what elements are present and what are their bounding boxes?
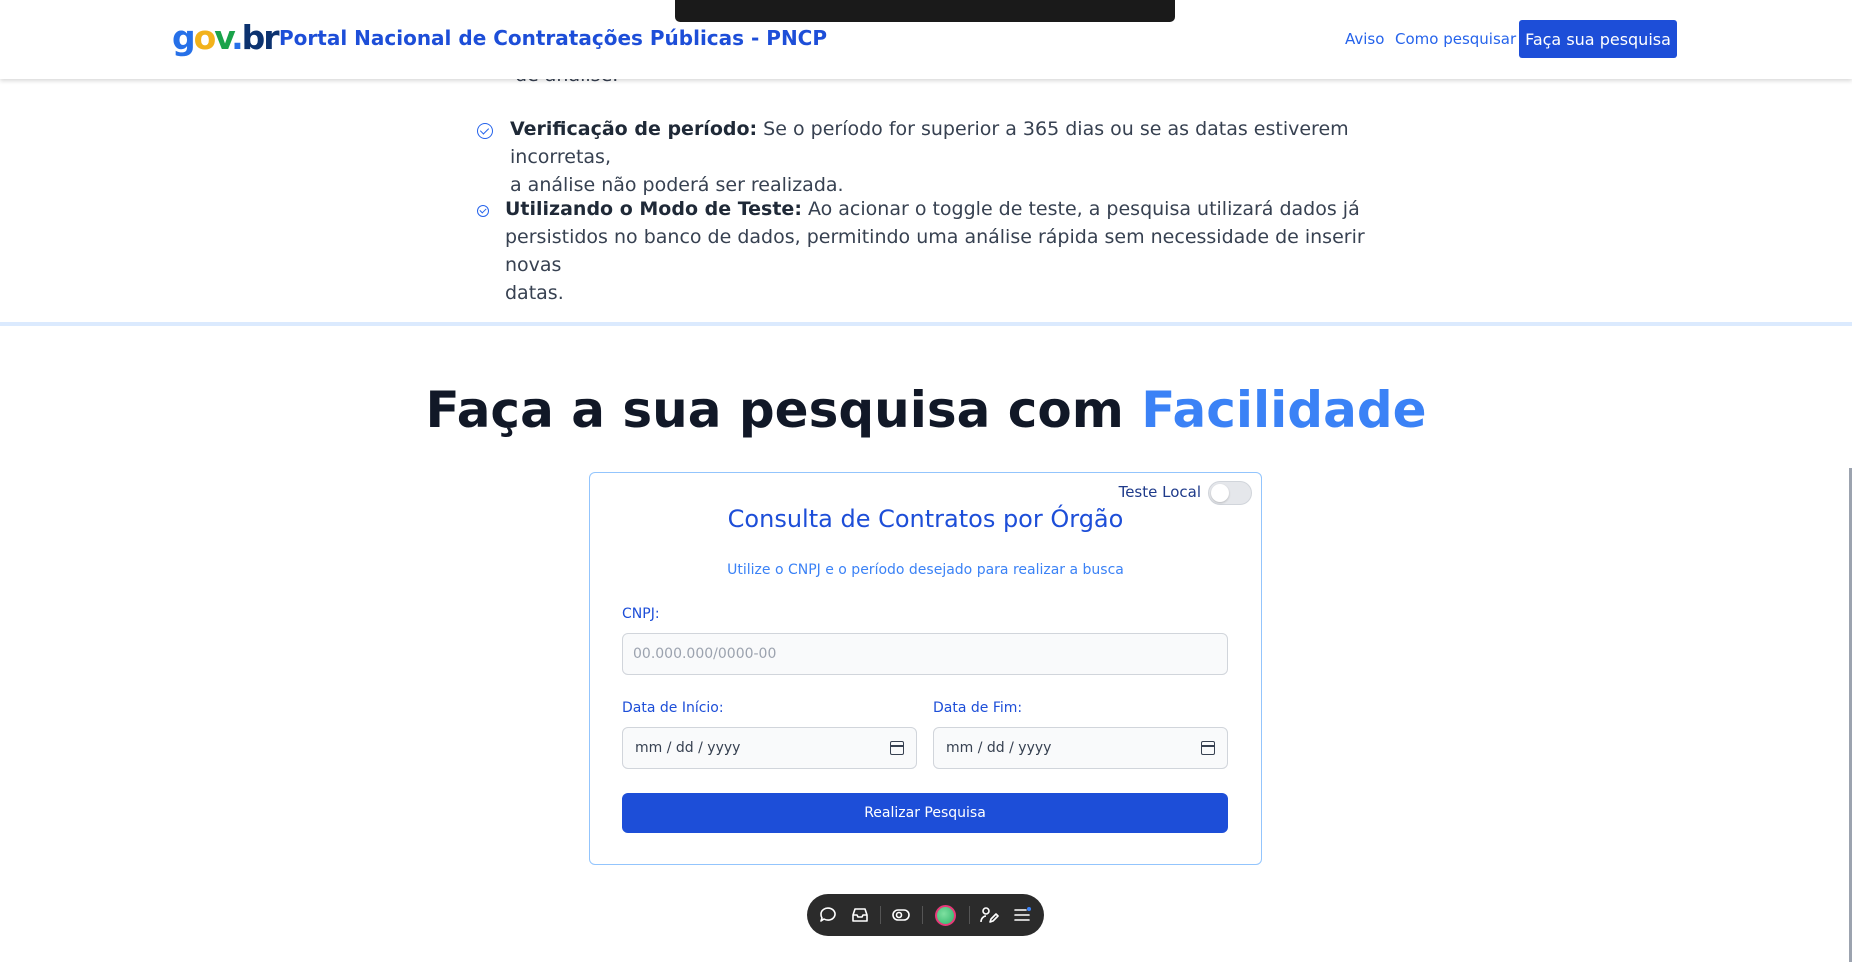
end-date-value: mm / dd / yyyy: [946, 740, 1052, 756]
toolbar-separator: [922, 906, 923, 924]
toolbar-separator: [880, 906, 881, 924]
bullet-test-mode: Utilizando o Modo de Teste: Ao acionar o…: [505, 195, 1405, 307]
pen-user-icon[interactable]: [979, 905, 999, 925]
teste-local-label: Teste Local: [1118, 483, 1201, 501]
site-title[interactable]: Portal Nacional de Contratações Públicas…: [279, 26, 827, 50]
bullet-period-check: Verificação de período: Se o período for…: [510, 115, 1390, 199]
end-date-input[interactable]: mm / dd / yyyy: [933, 727, 1228, 769]
menu-icon[interactable]: [1012, 905, 1032, 925]
calendar-icon[interactable]: [890, 741, 904, 755]
bullet-text: Ao acionar o toggle de teste, a pesquisa…: [801, 198, 1360, 220]
check-circle-icon: [477, 123, 493, 139]
faca-sua-pesquisa-button[interactable]: Faça sua pesquisa: [1519, 20, 1677, 58]
toggle-knob: [1211, 484, 1229, 502]
nav-link-aviso[interactable]: Aviso: [1345, 30, 1384, 48]
start-date-value: mm / dd / yyyy: [635, 740, 741, 756]
top-overlay-bar: [675, 0, 1175, 22]
cnpj-label: CNPJ:: [622, 606, 660, 622]
section-title-accent: Facilidade: [1141, 381, 1427, 439]
form-title: Consulta de Contratos por Órgão: [727, 505, 1124, 533]
end-date-label: Data de Fim:: [933, 700, 1023, 716]
check-circle-icon: [477, 205, 489, 217]
eye-toggle-icon[interactable]: [891, 905, 911, 925]
cnpj-input[interactable]: [622, 633, 1228, 675]
floating-toolbar: [807, 894, 1044, 936]
bullet-title: Verificação de período:: [510, 118, 758, 140]
start-date-input[interactable]: mm / dd / yyyy: [622, 727, 917, 769]
bullet-text: a análise não poderá ser realizada.: [510, 174, 844, 196]
nav-link-como-pesquisar[interactable]: Como pesquisar: [1395, 30, 1516, 48]
search-form-card: Teste Local Consulta de Contratos por Ór…: [589, 472, 1262, 865]
page: gov.br Portal Nacional de Contratações P…: [0, 0, 1852, 962]
bullet-text: datas.: [505, 282, 564, 304]
bullet-title: Utilizando o Modo de Teste:: [505, 198, 802, 220]
section-title: Faça a sua pesquisa com Facilidade: [425, 381, 1427, 439]
govbr-logo[interactable]: gov.br: [172, 18, 280, 58]
teste-local-toggle[interactable]: [1208, 481, 1252, 505]
toolbar-separator: [969, 906, 970, 924]
calendar-icon[interactable]: [1201, 741, 1215, 755]
section-divider: [0, 322, 1852, 326]
form-subtitle: Utilize o CNPJ e o período desejado para…: [727, 562, 1124, 578]
avatar[interactable]: [935, 905, 956, 926]
start-date-label: Data de Início:: [622, 700, 724, 716]
bullet-text: persistidos no banco de dados, permitind…: [505, 226, 1365, 276]
realizar-pesquisa-button[interactable]: Realizar Pesquisa: [622, 793, 1228, 833]
inbox-icon[interactable]: [850, 905, 870, 925]
chat-icon[interactable]: [818, 905, 838, 925]
